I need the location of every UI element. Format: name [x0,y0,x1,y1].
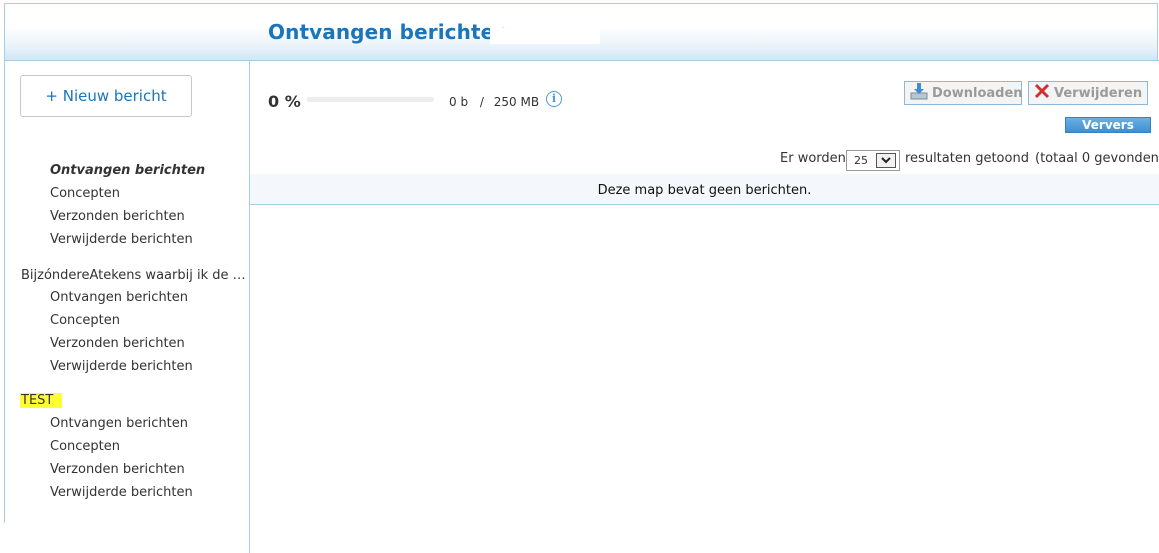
redacted-account-name [490,28,600,44]
sidebar-group-item-sent[interactable]: Verzonden berichten [50,336,185,351]
download-button[interactable]: Downloaden [904,81,1023,105]
message-list-empty: Deze map bevat geen berichten. [250,174,1159,205]
delete-label: Verwijderen [1054,85,1143,101]
refresh-button[interactable]: Ververs [1065,117,1151,133]
page-title: Ontvangen berichten - [268,20,525,44]
new-message-button[interactable]: + Nieuw bericht [20,75,192,117]
sidebar-group-item-drafts[interactable]: Concepten [50,439,120,454]
main-divider [249,61,250,553]
info-icon[interactable]: i [546,91,562,107]
per-page-value: 25 [854,154,868,167]
sidebar-group-item-drafts[interactable]: Concepten [50,313,120,328]
download-label: Downloaden [932,85,1023,101]
quota-used: 0 b [449,95,469,109]
results-prefix: Er worden [780,151,846,166]
delete-button[interactable]: Verwijderen [1028,81,1148,105]
quota-usage: 0 b / 250 MB [449,95,539,109]
webmail-page: Ontvangen berichten - + Nieuw bericht On… [0,0,1159,553]
sidebar-item-sent[interactable]: Verzonden berichten [50,209,185,224]
quota-percent: 0 % [268,92,301,111]
sidebar-group-label-test[interactable]: TEST [20,393,63,408]
quota-total: 250 MB [493,95,540,109]
per-page-select[interactable]: 25 [846,150,900,171]
sidebar-group-item-inbox[interactable]: Ontvangen berichten [50,290,188,305]
empty-message: Deze map bevat geen berichten. [597,183,812,198]
sidebar-group-item-deleted[interactable]: Verwijderde berichten [50,359,193,374]
sidebar-group-item-sent[interactable]: Verzonden berichten [50,462,185,477]
sidebar-group-label[interactable]: BijzóndereAtekens waarbij ik de n... [21,268,247,283]
quota-separator: / [479,95,484,109]
quota-progress-bar [307,97,434,102]
sidebar-item-drafts[interactable]: Concepten [50,186,120,201]
sidebar-item-inbox[interactable]: Ontvangen berichten [50,163,205,178]
sidebar-group-item-deleted[interactable]: Verwijderde berichten [50,485,193,500]
results-total: (totaal 0 gevonden) [1035,151,1159,166]
chevron-down-icon [876,153,896,168]
sidebar-item-deleted[interactable]: Verwijderde berichten [50,232,193,247]
delete-x-icon [1034,83,1050,103]
sidebar-group-item-inbox[interactable]: Ontvangen berichten [50,416,188,431]
download-icon [910,82,928,104]
results-suffix: resultaten getoond [905,151,1029,166]
